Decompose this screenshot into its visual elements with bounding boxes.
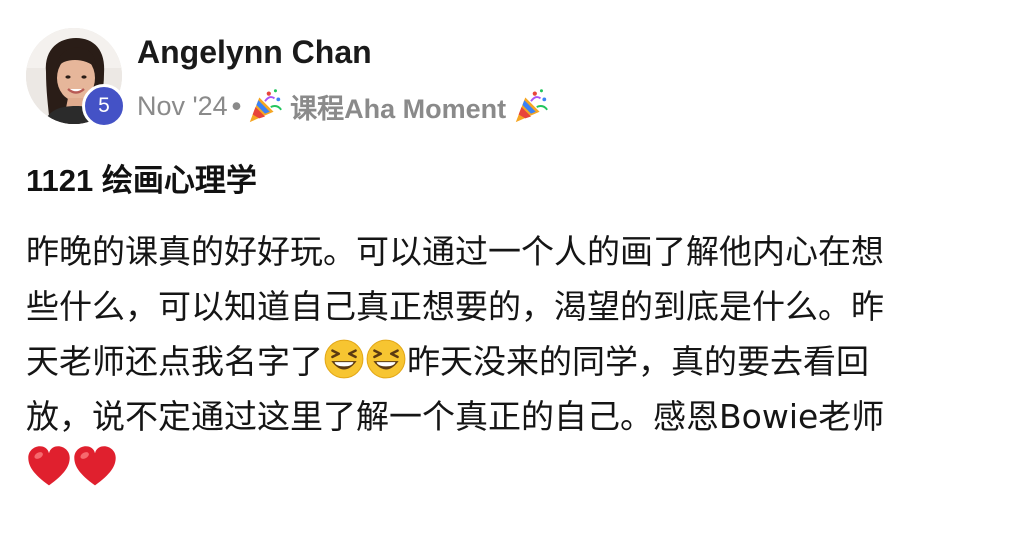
post-title: 1121 绘画心理学 xyxy=(26,163,257,198)
post-meta: Nov '24 • 课程Aha Moment xyxy=(137,84,550,128)
level-badge: 5 xyxy=(82,84,126,128)
body-line: 天老师还点我名字了 昨天没来的同学，真的要去看回 xyxy=(26,334,1001,389)
red-heart-icon xyxy=(28,446,70,486)
grinning-squinting-face-icon xyxy=(324,339,364,379)
red-heart-icon xyxy=(74,446,116,486)
post-date: Nov '24 xyxy=(137,90,228,121)
body-line xyxy=(26,444,1001,499)
post-card: 5 Angelynn Chan Nov '24 • 课程Aha Moment 1… xyxy=(0,0,1024,554)
meta-separator: • xyxy=(231,90,242,121)
body-text: 昨天没来的同学，真的要去看回 xyxy=(407,342,869,381)
party-popper-icon xyxy=(249,89,283,123)
body-line: 些什么，可以知道自己真正想要的，渴望的到底是什么。昨 xyxy=(26,287,884,326)
level-number: 5 xyxy=(98,94,110,117)
body-line: 放，说不定通过这里了解一个真正的自己。感恩Bowie老师 xyxy=(26,397,885,436)
grinning-squinting-face-icon xyxy=(366,339,406,379)
post-body: 昨晚的课真的好好玩。可以通过一个人的画了解他内心在想 些什么，可以知道自己真正想… xyxy=(26,224,1001,499)
body-text: 天老师还点我名字了 xyxy=(26,342,323,381)
post-category[interactable]: 课程Aha Moment xyxy=(290,87,506,126)
body-line: 昨晚的课真的好好玩。可以通过一个人的画了解他内心在想 xyxy=(26,232,884,271)
author-name[interactable]: Angelynn Chan xyxy=(137,34,372,71)
party-popper-icon xyxy=(515,89,549,123)
